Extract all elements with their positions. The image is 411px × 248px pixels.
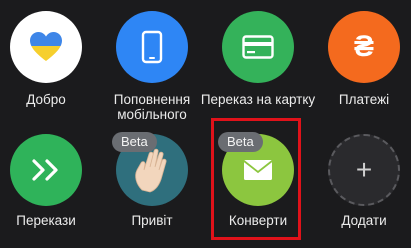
dobro-circle[interactable] xyxy=(10,11,82,83)
smartphone-icon xyxy=(141,30,163,64)
beta-badge: Beta xyxy=(112,132,157,152)
tile-label: Перекази xyxy=(16,213,76,228)
tile-label: Поповнення мобільного xyxy=(113,92,191,122)
card-transfer-circle[interactable] xyxy=(222,11,294,83)
tile-label: Добро xyxy=(26,92,66,107)
beta-badge: Beta xyxy=(218,132,263,152)
card-icon xyxy=(242,35,274,59)
double-chevron-right-icon xyxy=(32,159,58,181)
quick-actions-grid: Добро Поповнення мобільного Переказ на к… xyxy=(0,0,411,248)
tile-label: Конверти xyxy=(228,213,288,228)
tile-label: Платежі xyxy=(338,92,390,107)
waving-hand-icon xyxy=(135,148,167,193)
plus-icon[interactable]: + xyxy=(328,134,400,206)
envelope-icon xyxy=(243,160,273,180)
hryvnia-icon[interactable]: ₴ xyxy=(328,11,400,83)
mobile-topup-circle[interactable] xyxy=(116,11,188,83)
heart-icon xyxy=(30,32,62,61)
transfers-circle[interactable] xyxy=(10,134,82,206)
tile-label: Привіт xyxy=(131,213,173,228)
tile-label: Переказ на картку xyxy=(200,92,316,107)
tile-label: Додати xyxy=(341,213,387,228)
